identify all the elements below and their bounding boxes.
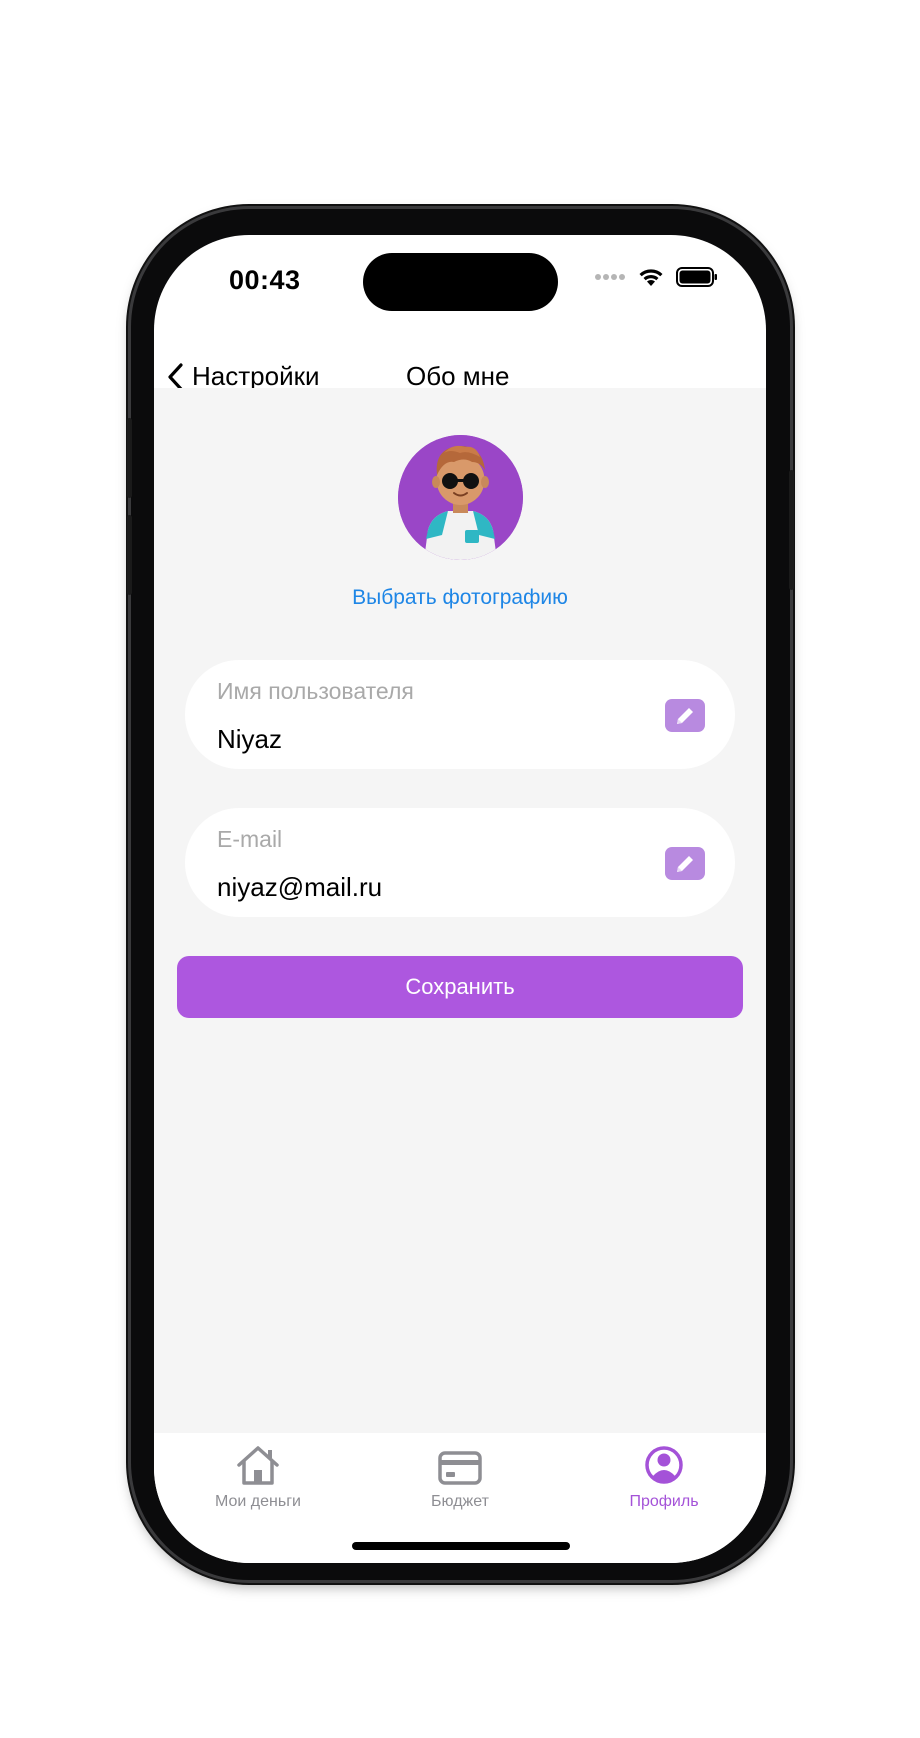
choose-photo-link[interactable]: Выбрать фотографию [154,586,766,610]
avatar-illustration [398,435,523,560]
tab-profile-label: Профиль [629,1493,699,1510]
tab-budget[interactable]: Бюджет [380,1433,540,1511]
signal-dots-icon [595,274,625,280]
pencil-icon [677,855,693,872]
tab-profile[interactable]: Профиль [584,1433,744,1511]
card-icon [438,1451,482,1485]
home-indicator[interactable] [352,1542,570,1550]
email-value[interactable]: niyaz@mail.ru [217,872,382,903]
dynamic-island [363,253,558,311]
phone-side-button [127,418,132,498]
chevron-left-icon [168,362,183,391]
username-label: Имя пользователя [217,678,414,704]
battery-icon [676,267,717,287]
username-field[interactable]: Имя пользователя Niyaz [185,660,735,769]
person-circle-icon [645,1446,683,1484]
phone-side-button [127,515,132,595]
wifi-icon [639,269,663,286]
tab-my-money[interactable]: Мои деньги [178,1433,338,1511]
email-label: E-mail [217,826,283,852]
email-field[interactable]: E-mail niyaz@mail.ru [185,808,735,917]
save-button[interactable]: Сохранить [177,956,743,1018]
phone-side-button [789,470,794,590]
username-value[interactable]: Niyaz [217,724,282,755]
status-time: 00:43 [229,265,301,295]
edit-email-button[interactable] [665,847,705,880]
content-area: Выбрать фотографию Имя пользователя Niya… [154,388,766,1433]
tab-my-money-label: Мои деньги [215,1493,301,1510]
house-icon [237,1446,279,1485]
pencil-icon [677,707,693,724]
avatar[interactable] [398,435,523,560]
status-icons [594,267,718,287]
screen: 00:43 Настройки Обо мне Выбрать фотограф… [154,235,766,1563]
edit-username-button[interactable] [665,699,705,732]
tab-budget-label: Бюджет [431,1493,489,1510]
